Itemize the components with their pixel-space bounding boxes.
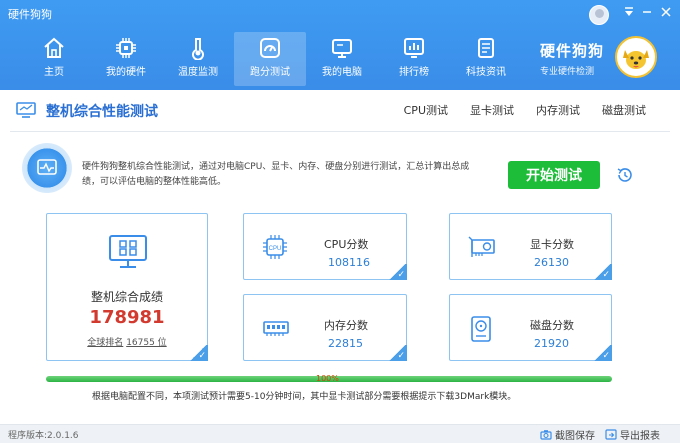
home-icon (44, 37, 64, 58)
nav-item-my-computer[interactable]: 我的电脑 (306, 32, 378, 86)
computer-grid-icon (109, 235, 147, 268)
news-icon (478, 38, 494, 58)
disk-score-value: 21920 (534, 337, 569, 350)
gauge-icon (260, 38, 280, 58)
thermometer-icon (192, 38, 204, 60)
cpu-icon: CPU (263, 235, 287, 259)
nav-item-my-hardware[interactable]: 我的硬件 (90, 32, 162, 86)
save-screenshot-label: 截图保存 (555, 431, 595, 442)
brand-tagline: 专业硬件检测 (540, 67, 595, 77)
app-header: 硬件狗狗 主页 我的硬件 温度监测 跑分测试 我的电脑 排行榜 科技资讯 硬件狗… (0, 0, 680, 90)
minimize-icon[interactable] (639, 6, 655, 22)
nav-item-ranking[interactable]: 排行榜 (378, 32, 450, 86)
nav-item-home[interactable]: 主页 (18, 32, 90, 86)
total-score-label: 整机综合成绩 (90, 290, 163, 304)
global-rank-label[interactable]: 全球排名 (87, 338, 123, 348)
nav-label: 排行榜 (399, 67, 429, 78)
disk-score-label: 磁盘分数 (530, 319, 574, 332)
user-avatar[interactable] (589, 5, 609, 25)
status-actions: 截图保存 导出报表 (540, 427, 660, 442)
tab-gpu-test[interactable]: 显卡测试 (470, 102, 514, 118)
test-tabs: CPU测试 显卡测试 内存测试 磁盘测试 (404, 102, 646, 118)
nav-label: 跑分测试 (250, 67, 290, 78)
menu-dropdown-icon[interactable] (621, 6, 637, 22)
brand-name: 硬件狗狗 (540, 42, 605, 60)
page-title: 整机综合性能测试 (46, 104, 158, 120)
intro-description: 硬件狗狗整机综合性能测试，通过对电脑CPU、显卡、内存、硬盘分别进行测试，汇总计… (82, 162, 470, 187)
checkmark-icon (592, 264, 612, 280)
dog-logo (615, 36, 657, 78)
divider (10, 131, 670, 132)
export-icon (605, 429, 617, 440)
pulse-icon (22, 143, 72, 193)
section-header: 整机综合性能测试 CPU测试 显卡测试 内存测试 磁盘测试 (0, 90, 680, 130)
gpu-score-value: 26130 (534, 256, 569, 269)
ranking-icon (404, 38, 424, 58)
brand: 硬件狗狗 专业硬件检测 (540, 40, 604, 77)
tab-memory-test[interactable]: 内存测试 (536, 102, 580, 118)
cpu-score-label: CPU分数 (324, 238, 369, 251)
close-icon[interactable] (658, 6, 674, 22)
memory-score-card: 内存分数 22815 (243, 294, 407, 361)
nav-item-benchmark[interactable]: 跑分测试 (234, 32, 306, 86)
total-score-value: 178981 (89, 307, 165, 328)
camera-icon (540, 430, 552, 440)
tab-cpu-test[interactable]: CPU测试 (404, 102, 448, 118)
cpu-score-value: 108116 (328, 256, 370, 269)
nav-label: 温度监测 (178, 67, 218, 78)
main-nav: 主页 我的硬件 温度监测 跑分测试 我的电脑 排行榜 科技资讯 (18, 32, 522, 86)
nav-item-temperature[interactable]: 温度监测 (162, 32, 234, 86)
export-report-button[interactable]: 导出报表 (605, 427, 660, 442)
nav-label: 科技资讯 (466, 67, 506, 78)
disk-score-card: 磁盘分数 21920 (449, 294, 612, 361)
test-note: 根据电脑配置不同，本项测试预计需要5-10分钟时间，其中显卡测试部分需要根据提示… (92, 392, 517, 402)
nav-label: 我的电脑 (322, 67, 362, 78)
memory-score-label: 内存分数 (324, 319, 368, 332)
app-title: 硬件狗狗 (8, 8, 52, 21)
progress-percent: 100% (316, 374, 339, 383)
global-rank-value[interactable]: 16755 位 (126, 338, 167, 348)
nav-label: 我的硬件 (106, 67, 146, 78)
hard-disk-icon (471, 316, 491, 342)
gpu-score-card: 显卡分数 26130 (449, 213, 612, 280)
monitor-icon (16, 102, 36, 118)
checkmark-icon (387, 345, 407, 361)
history-icon[interactable] (616, 166, 634, 184)
export-report-label: 导出报表 (620, 431, 660, 442)
checkmark-icon (188, 345, 208, 361)
tab-disk-test[interactable]: 磁盘测试 (602, 102, 646, 118)
chip-icon (116, 38, 136, 58)
nav-item-tech-news[interactable]: 科技资讯 (450, 32, 522, 86)
version-text: 程序版本:2.0.1.6 (8, 431, 79, 441)
monitor-icon (332, 39, 352, 58)
gpu-score-label: 显卡分数 (530, 238, 574, 251)
status-bar: 程序版本:2.0.1.6 截图保存 导出报表 (0, 424, 680, 443)
svg-text:CPU: CPU (269, 246, 282, 252)
graphics-card-icon (468, 236, 495, 257)
save-screenshot-button[interactable]: 截图保存 (540, 427, 595, 442)
cpu-score-card: CPU CPU分数 108116 (243, 213, 407, 280)
total-score-card: 整机综合成绩 178981 全球排名 16755 位 (46, 213, 208, 361)
checkmark-icon (592, 345, 612, 361)
memory-score-value: 22815 (328, 337, 363, 350)
memory-icon (263, 321, 289, 336)
nav-label: 主页 (44, 67, 64, 78)
start-test-button[interactable]: 开始测试 (508, 161, 600, 189)
global-rank[interactable]: 全球排名 16755 位 (47, 335, 207, 348)
checkmark-icon (387, 264, 407, 280)
